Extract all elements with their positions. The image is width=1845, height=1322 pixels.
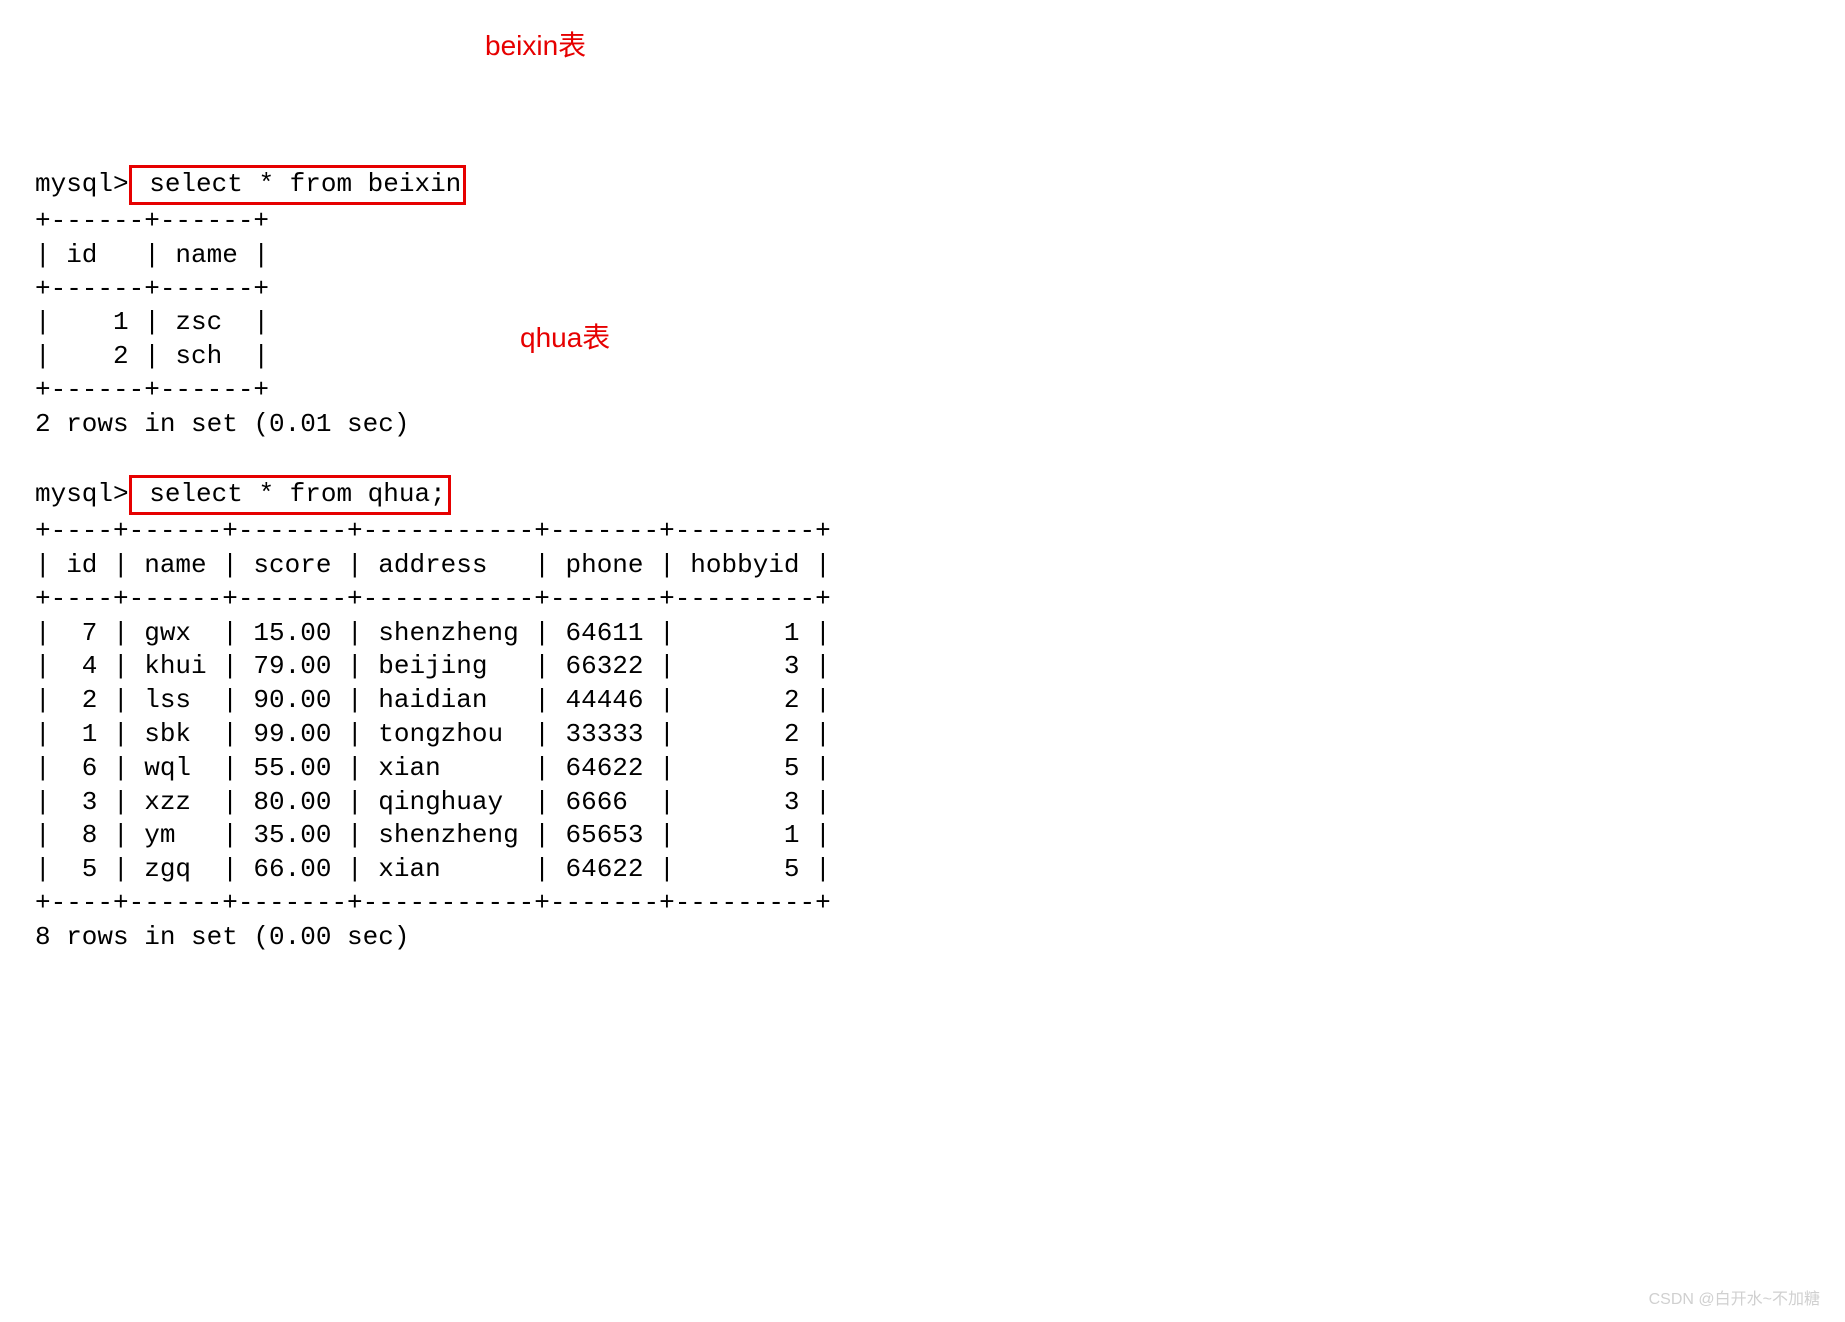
table-row: | 2 | sch | [35,341,269,371]
query-qhua-highlight: select * from qhua; [129,475,451,515]
table-row: | 8 | ym | 35.00 | shenzheng | 65653 | 1… [35,820,831,850]
terminal-output: mysql> select * from beixin +------+----… [35,165,1810,954]
table-header: | id | name | [35,240,269,270]
mysql-prompt: mysql> [35,169,129,199]
table-header: | id | name | score | address | phone | … [35,550,831,580]
query-beixin-text: select * from beixin [134,169,462,199]
table-divider: +----+------+-------+-----------+-------… [35,584,831,614]
result-footer: 8 rows in set (0.00 sec) [35,922,409,952]
annotation-qhua: qhua表 [520,320,610,356]
table-row: | 4 | khui | 79.00 | beijing | 66322 | 3… [35,651,831,681]
table-row: | 7 | gwx | 15.00 | shenzheng | 64611 | … [35,618,831,648]
table-row: | 1 | sbk | 99.00 | tongzhou | 33333 | 2… [35,719,831,749]
table-row: | 6 | wql | 55.00 | xian | 64622 | 5 | [35,753,831,783]
query-qhua-text: select * from qhua; [134,479,446,509]
table-row: | 5 | zgq | 66.00 | xian | 64622 | 5 | [35,854,831,884]
result-footer: 2 rows in set (0.01 sec) [35,409,409,439]
mysql-prompt: mysql> [35,479,129,509]
table-divider: +------+------+ [35,375,269,405]
table-row: | 3 | xzz | 80.00 | qinghuay | 6666 | 3 … [35,787,831,817]
query-beixin-highlight: select * from beixin [129,165,467,205]
annotation-beixin: beixin表 [485,28,586,64]
table-row: | 2 | lss | 90.00 | haidian | 44446 | 2 … [35,685,831,715]
table-divider: +----+------+-------+-----------+-------… [35,516,831,546]
table-divider: +----+------+-------+-----------+-------… [35,888,831,918]
table-divider: +------+------+ [35,206,269,236]
table-row: | 1 | zsc | [35,307,269,337]
watermark: CSDN @白开水~不加糖 [1649,1290,1820,1311]
table-divider: +------+------+ [35,274,269,304]
